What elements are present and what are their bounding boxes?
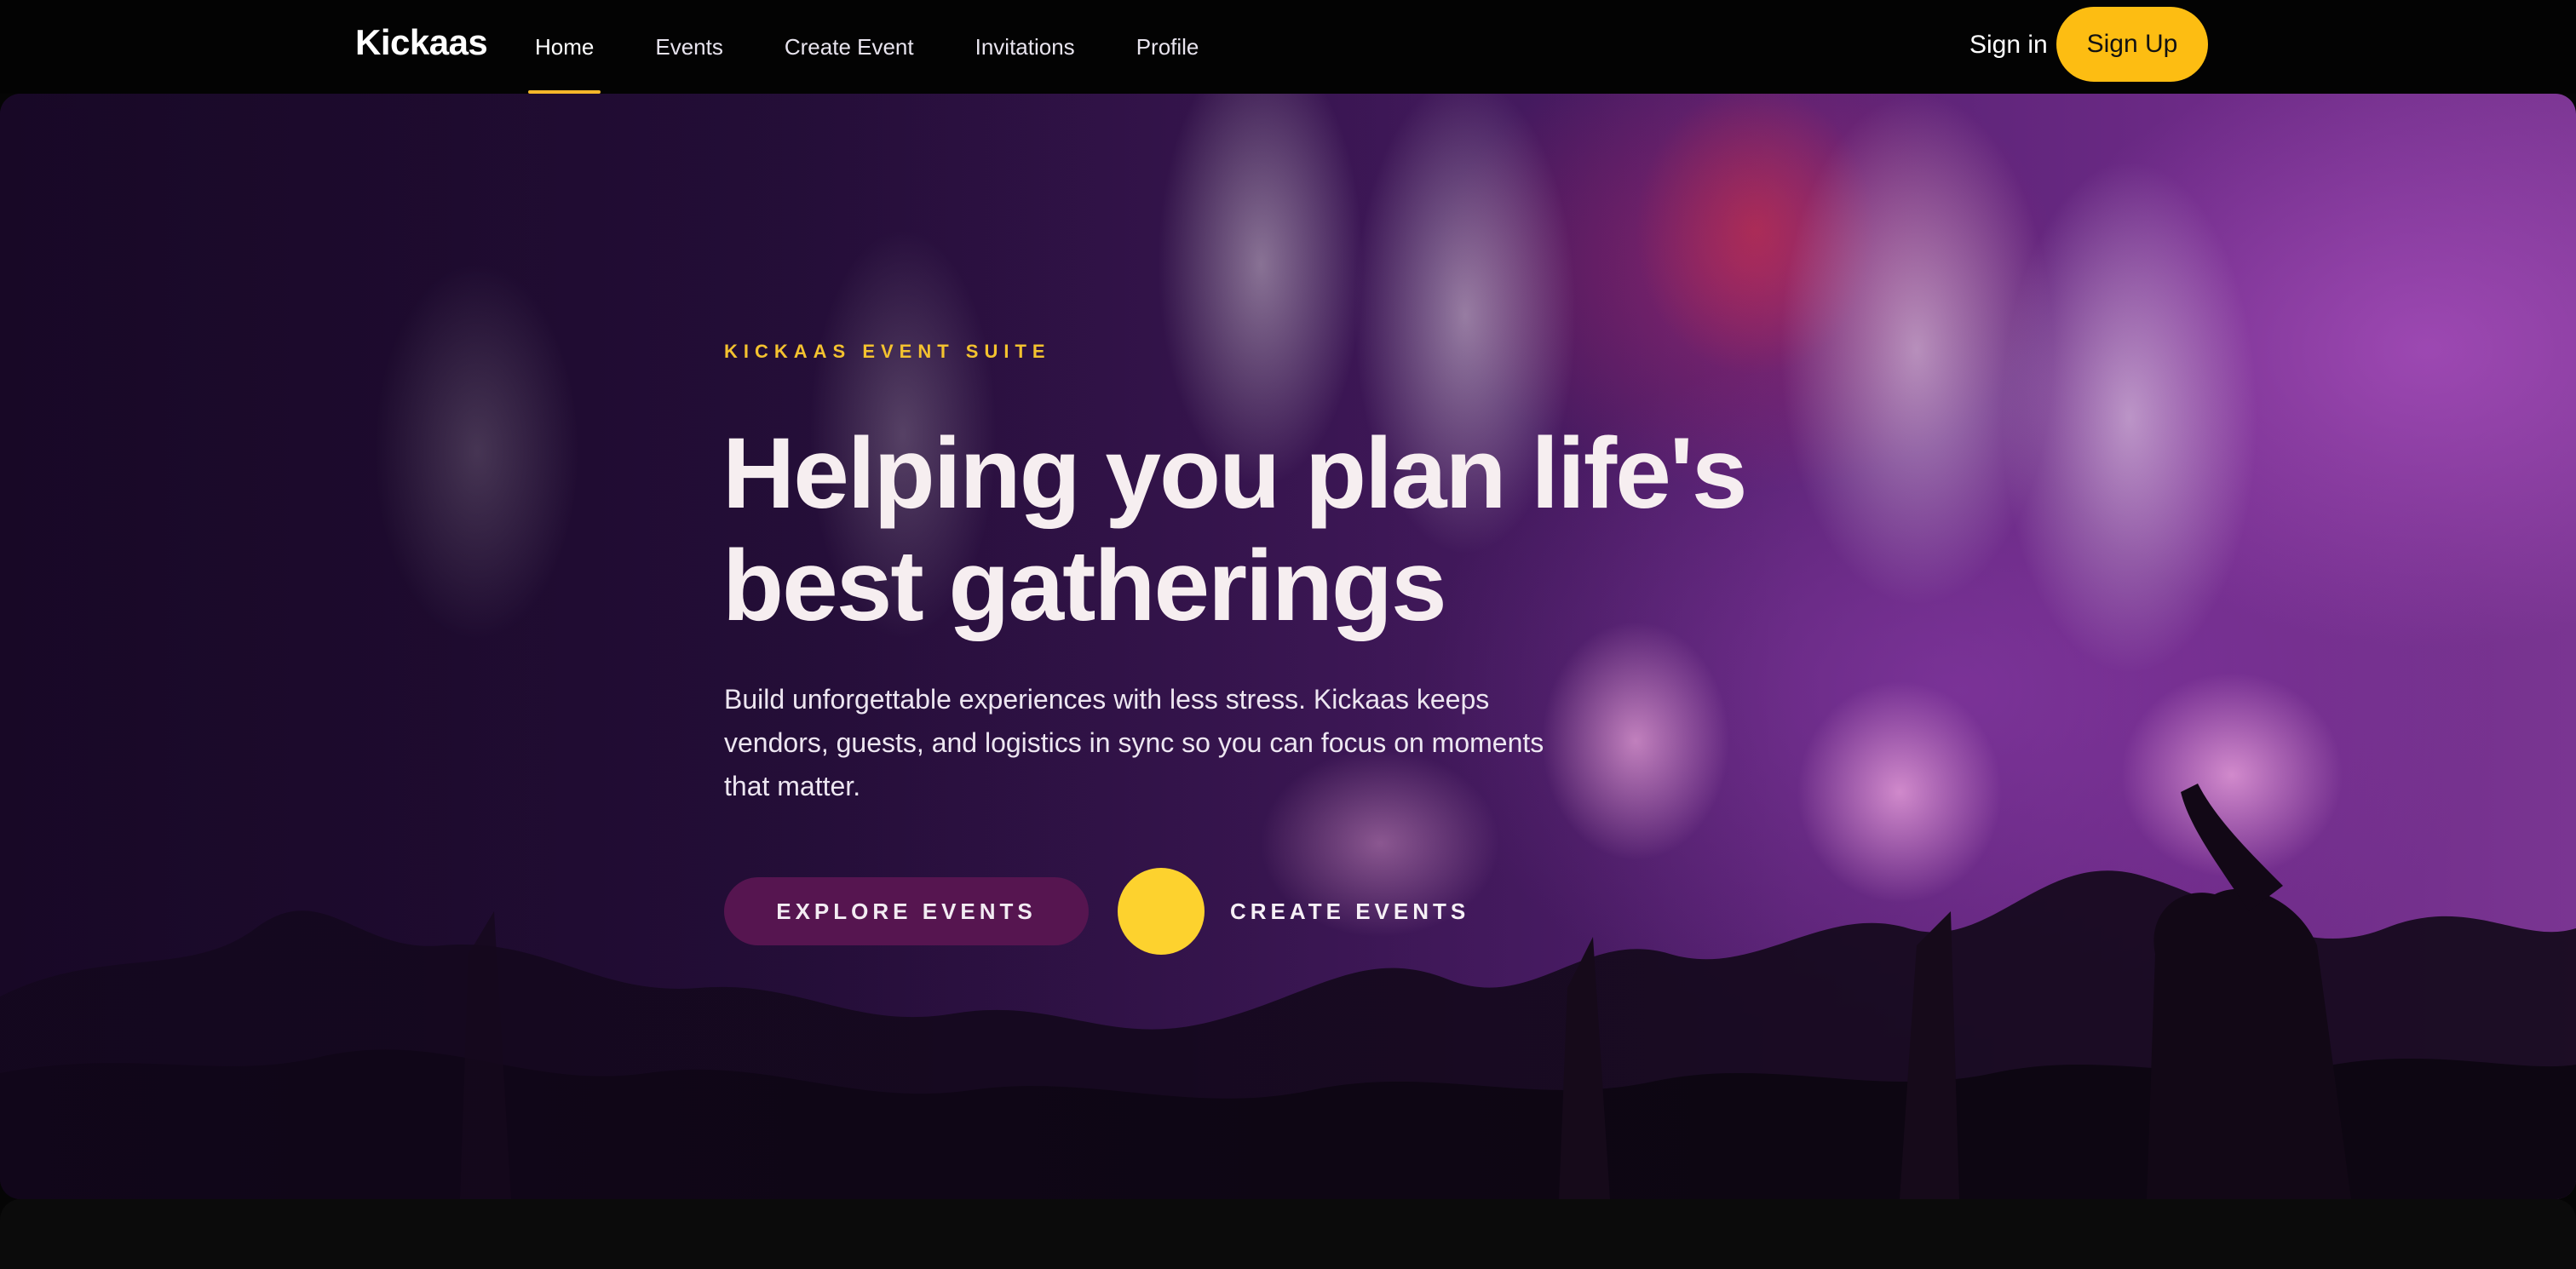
nav-links: Home Events Create Event Invitations Pro… [528, 0, 1253, 94]
hero-subtext: Build unforgettable experiences with les… [724, 684, 1544, 801]
brand-logo[interactable]: Kickaas [355, 22, 488, 63]
hero-headline-line2: best gatherings [722, 530, 1447, 642]
explore-events-button[interactable]: EXPLORE EVENTS [724, 877, 1089, 945]
nav-link-home[interactable]: Home [528, 0, 601, 94]
create-events-dot-icon [1118, 868, 1205, 955]
create-events-button[interactable]: CREATE EVENTS [1118, 867, 1469, 956]
hero-headline-line1: Helping you plan life's [722, 417, 1748, 530]
nav-link-invitations[interactable]: Invitations [969, 0, 1082, 94]
hero-overlay [0, 94, 2576, 1199]
sign-up-button[interactable]: Sign Up [2056, 7, 2208, 82]
hero-headline: Helping you plan life's best gatherings [722, 417, 1830, 642]
next-section [0, 1199, 2576, 1269]
sign-in-link[interactable]: Sign in [1969, 31, 2048, 60]
hero-section: KICKAAS EVENT SUITE Helping you plan lif… [0, 94, 2576, 1199]
create-events-label: CREATE EVENTS [1230, 898, 1470, 924]
nav-link-create-event[interactable]: Create Event [778, 0, 921, 94]
hero-eyebrow: KICKAAS EVENT SUITE [724, 341, 1051, 362]
nav-link-profile[interactable]: Profile [1130, 0, 1206, 94]
top-navbar: Kickaas Home Events Create Event Invitat… [0, 0, 2576, 94]
nav-link-events[interactable]: Events [648, 0, 730, 94]
